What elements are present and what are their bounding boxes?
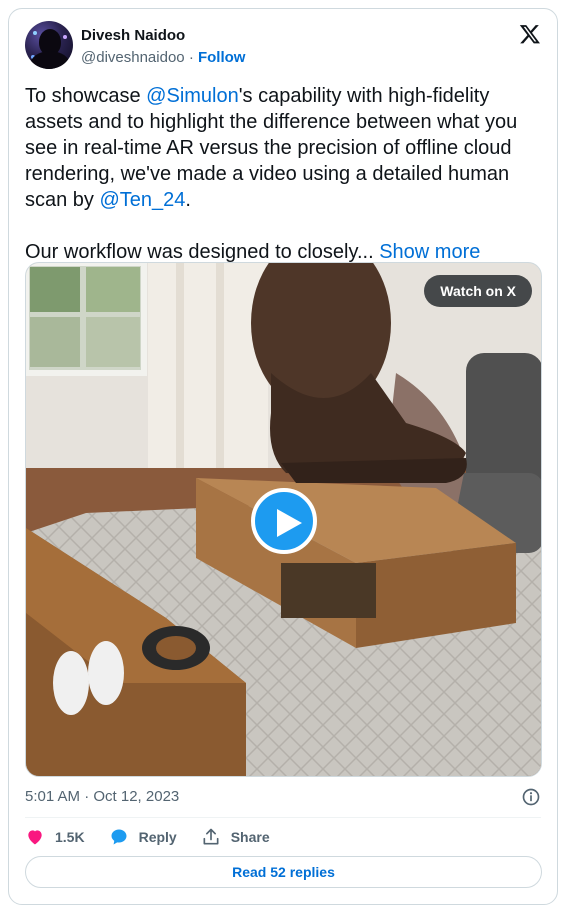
avatar-sparkle bbox=[63, 35, 67, 39]
video-media[interactable]: Watch on X bbox=[25, 262, 542, 777]
separator-dot: · bbox=[188, 49, 198, 66]
watch-on-x-button[interactable]: Watch on X bbox=[424, 275, 532, 307]
share-button[interactable]: Share bbox=[201, 827, 270, 847]
info-icon[interactable] bbox=[521, 787, 541, 807]
action-bar: 1.5K Reply Share bbox=[25, 825, 294, 849]
reply-button[interactable]: Reply bbox=[109, 827, 177, 847]
avatar-shoulders bbox=[30, 51, 70, 69]
share-icon bbox=[203, 828, 219, 845]
like-button[interactable]: 1.5K bbox=[25, 827, 85, 847]
share-label: Share bbox=[230, 829, 270, 845]
like-count: 1.5K bbox=[55, 829, 85, 845]
tweet-text-part: . bbox=[185, 189, 191, 211]
tweet-card: Divesh Naidoo @diveshnaidoo · Follow To … bbox=[8, 8, 558, 905]
author-name[interactable]: Divesh Naidoo bbox=[81, 27, 185, 44]
mention-link[interactable]: @Ten_24 bbox=[99, 189, 185, 211]
play-icon bbox=[277, 509, 302, 537]
tweet-text-part: To showcase bbox=[25, 85, 147, 107]
x-logo-icon[interactable] bbox=[519, 23, 541, 45]
author-handle-row: @diveshnaidoo · Follow bbox=[81, 49, 245, 66]
tweet-text-part: Our workflow was designed to closely... bbox=[25, 241, 380, 263]
heart-icon bbox=[28, 830, 42, 845]
reply-label: Reply bbox=[138, 829, 177, 845]
avatar[interactable] bbox=[25, 21, 73, 69]
read-replies-button[interactable]: Read 52 replies bbox=[25, 856, 542, 888]
reply-icon bbox=[111, 829, 127, 845]
tweet-timestamp[interactable]: 5:01 AM · Oct 12, 2023 bbox=[25, 788, 179, 805]
play-button[interactable] bbox=[251, 488, 317, 554]
divider bbox=[25, 817, 541, 818]
author-handle[interactable]: @diveshnaidoo bbox=[81, 49, 185, 66]
follow-button[interactable]: Follow bbox=[198, 49, 246, 66]
mention-link[interactable]: @Simulon bbox=[146, 85, 239, 107]
show-more-link[interactable]: Show more bbox=[379, 241, 480, 263]
tweet-text: To showcase @Simulon's capability with h… bbox=[25, 83, 545, 265]
avatar-sparkle bbox=[33, 31, 37, 35]
